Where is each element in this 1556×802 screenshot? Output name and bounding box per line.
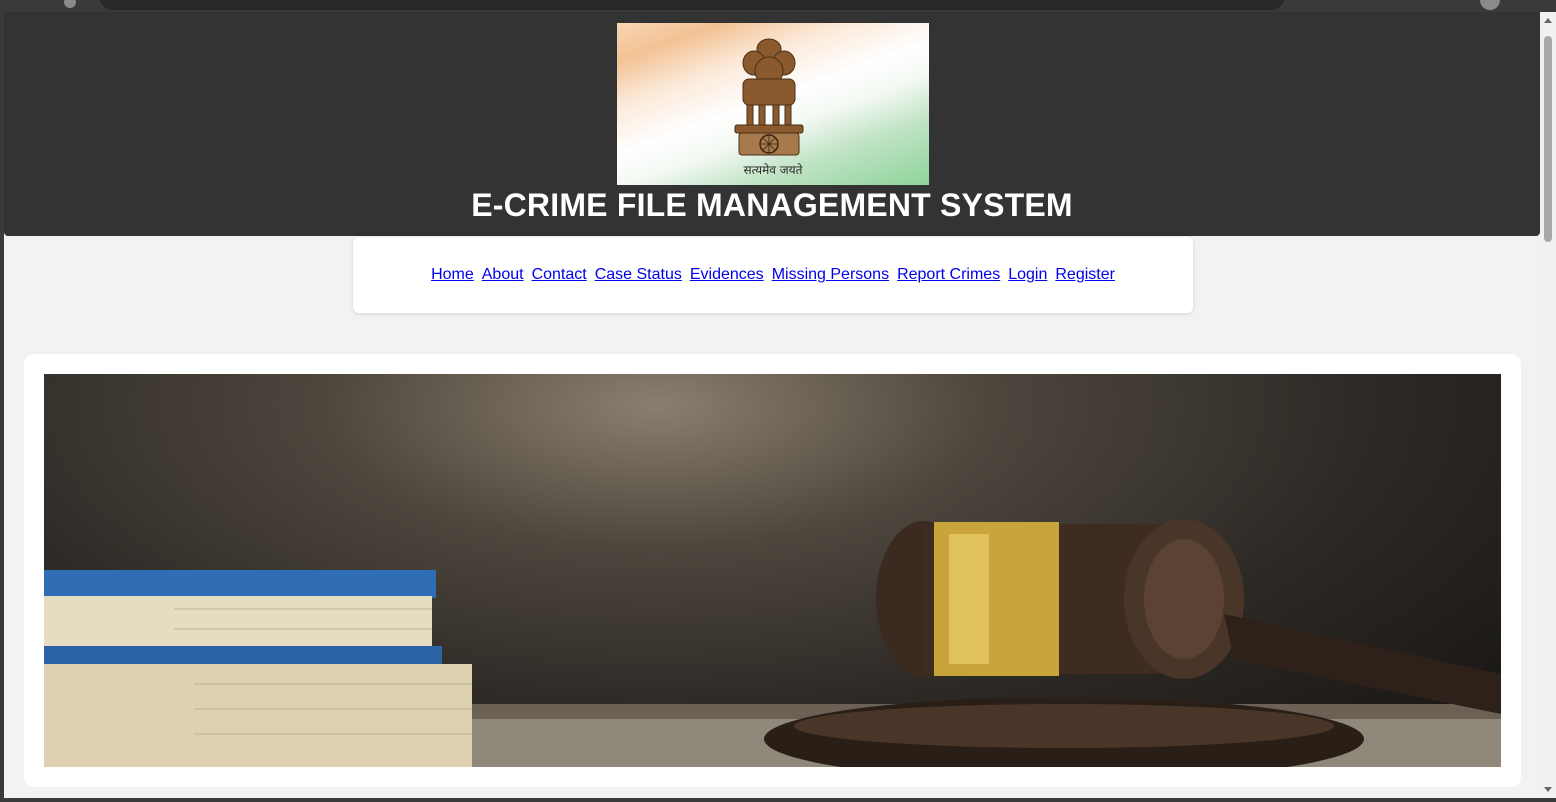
gavel-and-books-image	[44, 519, 1501, 767]
nav-link-login[interactable]: Login	[1008, 266, 1047, 284]
emblem-banner: सत्यमेव जयते	[617, 23, 929, 185]
site-header: सत्यमेव जयते E-CRIME FILE MANAGEMENT SYS…	[4, 12, 1540, 236]
address-bar[interactable]	[100, 0, 1284, 10]
hero-image	[44, 374, 1501, 767]
nav-link-contact[interactable]: Contact	[532, 266, 587, 284]
emblem-motto: सत्यमेव जयते	[743, 163, 803, 177]
nav-link-home[interactable]: Home	[431, 266, 474, 284]
page-viewport: सत्यमेव जयते E-CRIME FILE MANAGEMENT SYS…	[4, 12, 1540, 798]
profile-avatar[interactable]	[1480, 0, 1500, 10]
nav-link-evidences[interactable]: Evidences	[690, 266, 764, 284]
site-title: E-CRIME FILE MANAGEMENT SYSTEM	[471, 187, 1073, 223]
nav-link-missing-persons[interactable]: Missing Persons	[772, 266, 889, 284]
browser-toolbar	[0, 0, 1556, 12]
nav-link-case-status[interactable]: Case Status	[595, 266, 682, 284]
nav-link-register[interactable]: Register	[1055, 266, 1115, 284]
scroll-thumb[interactable]	[1544, 36, 1552, 242]
page-scrollbar[interactable]	[1540, 12, 1556, 798]
scroll-up-icon[interactable]	[1544, 18, 1552, 23]
scroll-down-icon[interactable]	[1544, 787, 1552, 792]
hero-card	[24, 354, 1521, 787]
reload-icon[interactable]	[64, 0, 76, 8]
nav-link-about[interactable]: About	[482, 266, 524, 284]
nav-link-report-crimes[interactable]: Report Crimes	[897, 266, 1000, 284]
main-navigation: Home About Contact Case Status Evidences…	[353, 237, 1193, 313]
